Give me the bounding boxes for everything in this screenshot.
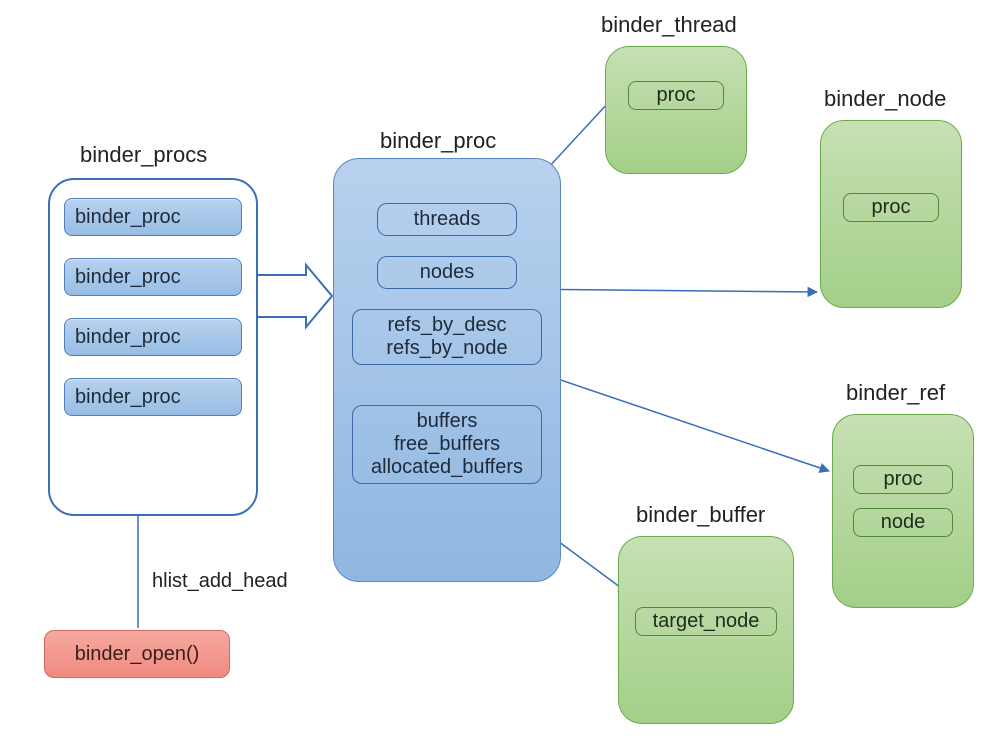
edge-label-hlist-add-head: hlist_add_head — [152, 570, 288, 593]
buffer-field-target-node: target_node — [635, 607, 777, 636]
title-binder-node: binder_node — [824, 86, 946, 112]
thread-field-proc: proc — [628, 81, 724, 110]
field-buffers-group: buffers free_buffers allocated_buffers — [352, 405, 542, 484]
title-binder-procs: binder_procs — [80, 142, 207, 168]
list-item: binder_proc — [64, 378, 242, 416]
title-binder-thread: binder_thread — [601, 12, 737, 38]
field-threads: threads — [377, 203, 517, 236]
binder-procs-container: binder_proc binder_proc binder_proc bind… — [48, 178, 258, 516]
field-free-buffers: free_buffers — [361, 433, 533, 456]
field-refs: refs_by_desc refs_by_node — [352, 309, 542, 365]
field-allocated-buffers: allocated_buffers — [361, 456, 533, 479]
node-field-proc: proc — [843, 193, 939, 222]
title-binder-proc: binder_proc — [380, 128, 496, 154]
list-item: binder_proc — [64, 198, 242, 236]
binder-buffer-struct: target_node — [618, 536, 794, 724]
arrow-refs-to-ref — [543, 374, 829, 471]
title-binder-ref: binder_ref — [846, 380, 945, 406]
binder-open-call: binder_open() — [44, 630, 230, 678]
list-item: binder_proc — [64, 318, 242, 356]
ref-field-node: node — [853, 508, 953, 537]
field-refs-by-desc: refs_by_desc — [361, 314, 533, 337]
ref-field-proc: proc — [853, 465, 953, 494]
title-binder-buffer: binder_buffer — [636, 502, 765, 528]
binder-node-struct: proc — [820, 120, 962, 308]
field-buffers: buffers — [361, 410, 533, 433]
list-item: binder_proc — [64, 258, 242, 296]
field-refs-by-node: refs_by_node — [361, 337, 533, 360]
binder-thread-struct: proc — [605, 46, 747, 174]
binder-proc-struct: threads nodes refs_by_desc refs_by_node … — [333, 158, 561, 582]
field-nodes: nodes — [377, 256, 517, 289]
binder-ref-struct: proc node — [832, 414, 974, 608]
